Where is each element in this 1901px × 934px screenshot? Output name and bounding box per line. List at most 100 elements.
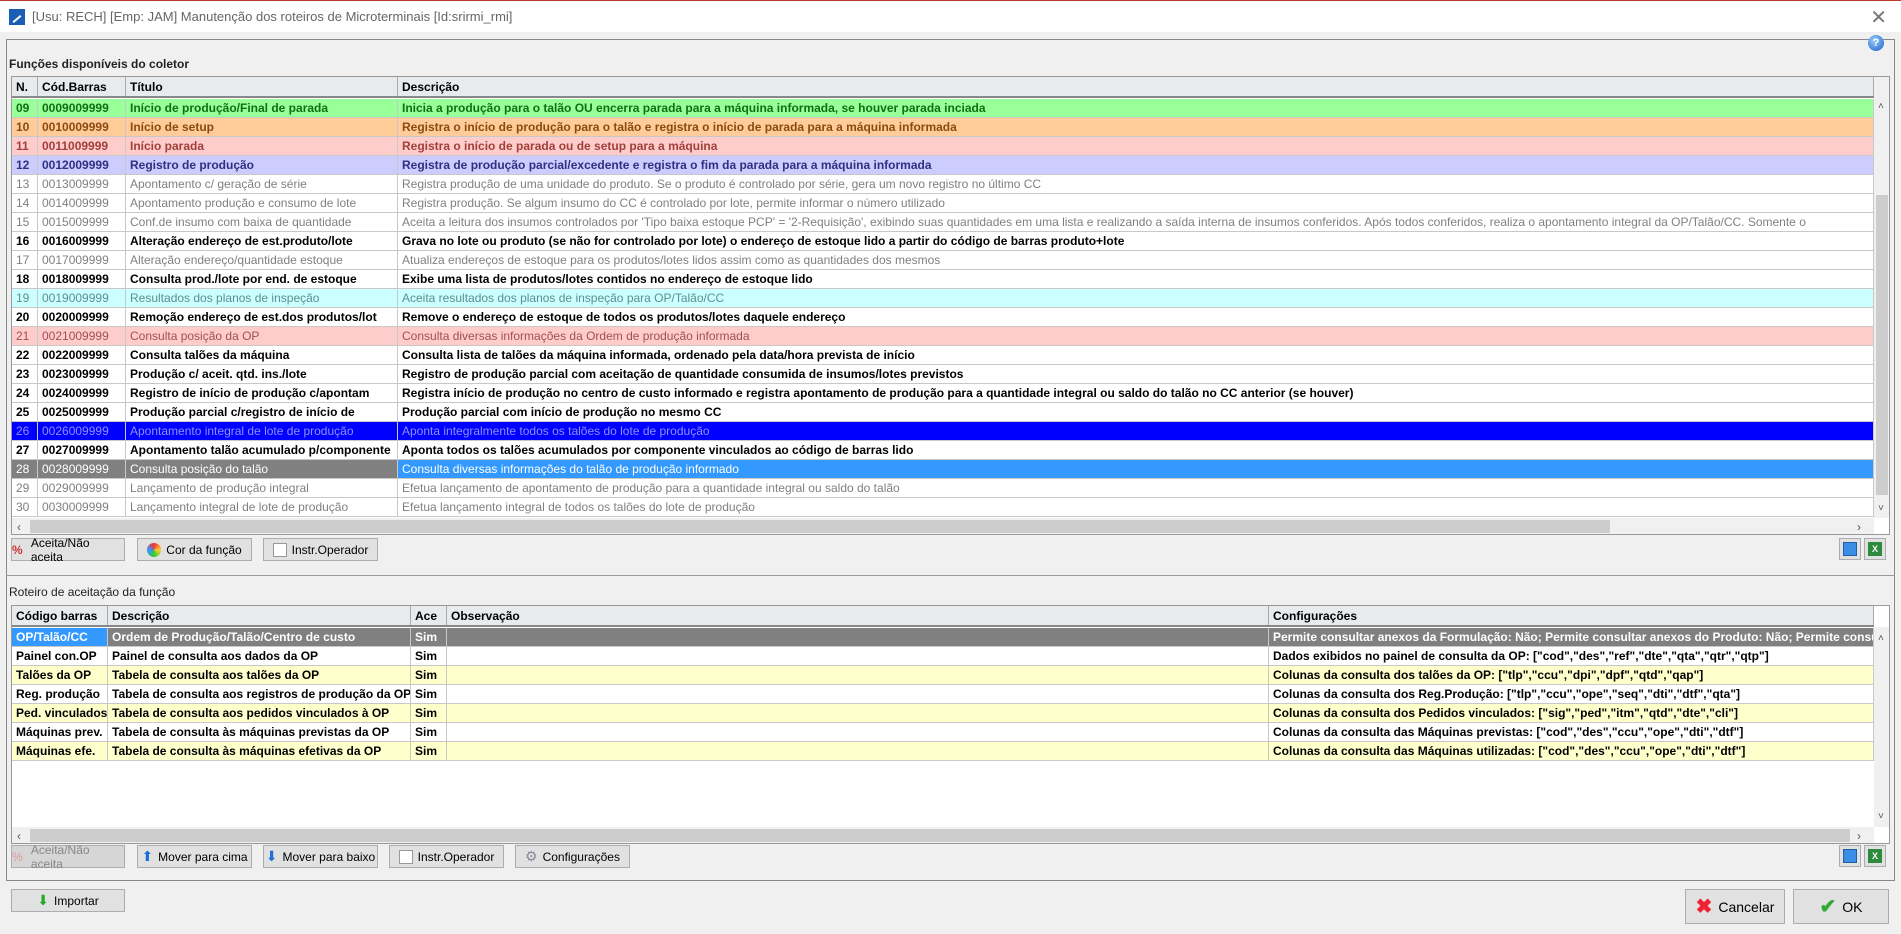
table-row[interactable]: 29 0029009999 Lançamento de produção integ…	[12, 479, 1874, 498]
column-header[interactable]: Ace	[411, 606, 447, 625]
table-row[interactable]: 11 0011009999 Início parada Registra o iníc…	[12, 137, 1874, 156]
column-header[interactable]: N.	[12, 77, 38, 96]
table-row[interactable]: 13 0013009999 Apontamento c/ geração de sé…	[12, 175, 1874, 194]
cell-code: 0030009999	[38, 498, 126, 516]
functions-vertical-scrollbar[interactable]: ˄ ˅	[1874, 77, 1889, 518]
close-icon[interactable]: ✕	[1870, 5, 1887, 30]
table-row[interactable]: 27 0027009999 Apontamento talão acumulado …	[12, 441, 1874, 460]
grid-config-button[interactable]	[1839, 538, 1861, 560]
cell-code: 0027009999	[38, 441, 126, 459]
scroll-left-icon[interactable]: ‹	[17, 520, 21, 534]
export-excel-button[interactable]: X	[1864, 538, 1886, 560]
cell-desc: Tabela de consulta às máquinas previstas…	[108, 723, 411, 741]
configurations-button[interactable]: ⚙ Configurações	[515, 845, 630, 868]
cell-desc: Efetua lançamento integral de todos os t…	[398, 498, 1874, 516]
table-row[interactable]: 28 0028009999 Consulta posição do talão Con…	[12, 460, 1874, 479]
import-button[interactable]: ⬇ Importar	[11, 889, 125, 912]
cell-title: Início de produção/Final de parada	[126, 99, 398, 117]
column-header[interactable]: Cód.Barras	[38, 77, 126, 96]
cell-desc: Consulta diversas informações do talão d…	[398, 460, 1874, 478]
cell-code: 0017009999	[38, 251, 126, 269]
column-header[interactable]: Configurações	[1269, 606, 1874, 625]
cell-code: Reg. produção	[12, 685, 108, 703]
route-horizontal-scrollbar[interactable]: ‹ ›	[12, 827, 1874, 843]
cell-n: 26	[12, 422, 38, 440]
table-row[interactable]: 16 0016009999 Alteração endereço de est.pr…	[12, 232, 1874, 251]
scroll-up-icon[interactable]: ˄	[1878, 101, 1884, 112]
help-icon[interactable]: ?	[1868, 35, 1884, 51]
scrollbar-thumb[interactable]	[1876, 195, 1888, 495]
cell-n: 17	[12, 251, 38, 269]
accept-toggle-button[interactable]: % Aceita/Não aceita	[11, 536, 125, 564]
cell-n: 28	[12, 460, 38, 478]
table-row[interactable]: 14 0014009999 Apontamento produção e consu…	[12, 194, 1874, 213]
cell-desc: Aceita a leitura dos insumos controlados…	[398, 213, 1874, 231]
cell-obs	[447, 704, 1269, 722]
table-row[interactable]: 30 0030009999 Lançamento integral de lote …	[12, 498, 1874, 517]
functions-grid: N. Cód.Barras Título Descrição 09 0009009999…	[11, 76, 1890, 535]
table-row[interactable]: 25 0025009999 Produção parcial c/registro …	[12, 403, 1874, 422]
table-row[interactable]: 24 0024009999 Registro de início de produç…	[12, 384, 1874, 403]
column-header[interactable]: Código barras	[12, 606, 108, 625]
table-row[interactable]: OP/Talão/CC Ordem de Produção/Talão/Centr…	[12, 628, 1874, 647]
cell-ace: Sim	[411, 628, 447, 646]
route-export-excel-button[interactable]: X	[1864, 845, 1886, 867]
scroll-up-icon[interactable]: ˄	[1878, 633, 1884, 644]
operator-instructions-button[interactable]: Instr.Operador	[263, 538, 378, 561]
move-up-button[interactable]: ⬆ Mover para cima	[137, 845, 252, 868]
table-row[interactable]: Painel con.OP Painel de consulta aos dado…	[12, 647, 1874, 666]
scroll-right-icon[interactable]: ›	[1857, 520, 1861, 534]
table-row[interactable]: 09 0009009999 Início de produção/Final de …	[12, 99, 1874, 118]
cell-code: 0028009999	[38, 460, 126, 478]
ok-button[interactable]: ✔ OK	[1793, 889, 1889, 924]
column-header[interactable]: Observação	[447, 606, 1269, 625]
button-label: Cor da função	[166, 542, 242, 557]
scrollbar-thumb[interactable]	[30, 829, 1850, 842]
scroll-down-icon[interactable]: ˅	[1878, 811, 1884, 822]
table-row[interactable]: 15 0015009999 Conf.de insumo com baixa de …	[12, 213, 1874, 232]
scroll-right-icon[interactable]: ›	[1857, 829, 1861, 843]
table-row[interactable]: Máquinas efe. Tabela de consulta às máqui…	[12, 742, 1874, 761]
table-row[interactable]: 23 0023009999 Produção c/ aceit. qtd. ins.…	[12, 365, 1874, 384]
column-header[interactable]: Título	[126, 77, 398, 96]
scrollbar-thumb[interactable]	[30, 520, 1610, 533]
table-row[interactable]: Reg. produção Tabela de consulta aos regi…	[12, 685, 1874, 704]
table-row[interactable]: Máquinas prev. Tabela de consulta às máqu…	[12, 723, 1874, 742]
table-row[interactable]: 18 0018009999 Consulta prod./lote por end.…	[12, 270, 1874, 289]
cell-desc: Tabela de consulta aos pedidos vinculado…	[108, 704, 411, 722]
table-row[interactable]: 26 0026009999 Apontamento integral de lote…	[12, 422, 1874, 441]
cell-code: OP/Talão/CC	[12, 628, 108, 646]
cell-title: Registro de início de produção c/apontam	[126, 384, 398, 402]
scroll-down-icon[interactable]: ˅	[1878, 503, 1884, 514]
table-row[interactable]: 22 0022009999 Consulta talões da máquina Co…	[12, 346, 1874, 365]
cell-title: Conf.de insumo com baixa de quantidade	[126, 213, 398, 231]
cell-code: Máquinas efe.	[12, 742, 108, 760]
move-down-button[interactable]: ⬇ Mover para baixo	[263, 845, 378, 868]
functions-horizontal-scrollbar[interactable]: ‹ ›	[12, 518, 1874, 534]
table-row[interactable]: 19 0019009999 Resultados dos planos de ins…	[12, 289, 1874, 308]
table-row[interactable]: Talões da OP Tabela de consulta aos talõe…	[12, 666, 1874, 685]
cell-ace: Sim	[411, 666, 447, 684]
route-grid-config-button[interactable]	[1839, 845, 1861, 867]
table-row[interactable]: 17 0017009999 Alteração endereço/quantidad…	[12, 251, 1874, 270]
function-color-button[interactable]: Cor da função	[137, 538, 252, 561]
route-operator-instructions-button[interactable]: Instr.Operador	[389, 845, 504, 868]
scroll-left-icon[interactable]: ‹	[17, 829, 21, 843]
table-row[interactable]: 21 0021009999 Consulta posição da OP Consul…	[12, 327, 1874, 346]
cell-code: 0021009999	[38, 327, 126, 345]
cancel-button[interactable]: ✖ Cancelar	[1685, 889, 1785, 924]
accept-reject-icon: %	[12, 849, 23, 864]
table-row[interactable]: 10 0010009999 Início de setup Registra o in…	[12, 118, 1874, 137]
cell-title: Apontamento c/ geração de série	[126, 175, 398, 193]
column-header[interactable]: Descrição	[398, 77, 1874, 96]
column-header[interactable]: Descrição	[108, 606, 411, 625]
cell-n: 14	[12, 194, 38, 212]
table-row[interactable]: Ped. vinculados Tabela de consulta aos pe…	[12, 704, 1874, 723]
table-row[interactable]: 12 0012009999 Registro de produção Registra…	[12, 156, 1874, 175]
route-accept-toggle-button[interactable]: % Aceita/Não aceita	[11, 843, 125, 871]
table-row[interactable]: 20 0020009999 Remoção endereço de est.dos …	[12, 308, 1874, 327]
cell-n: 29	[12, 479, 38, 497]
cell-obs	[447, 723, 1269, 741]
route-vertical-scrollbar[interactable]: ˄ ˅	[1874, 627, 1889, 827]
cell-code: 0015009999	[38, 213, 126, 231]
